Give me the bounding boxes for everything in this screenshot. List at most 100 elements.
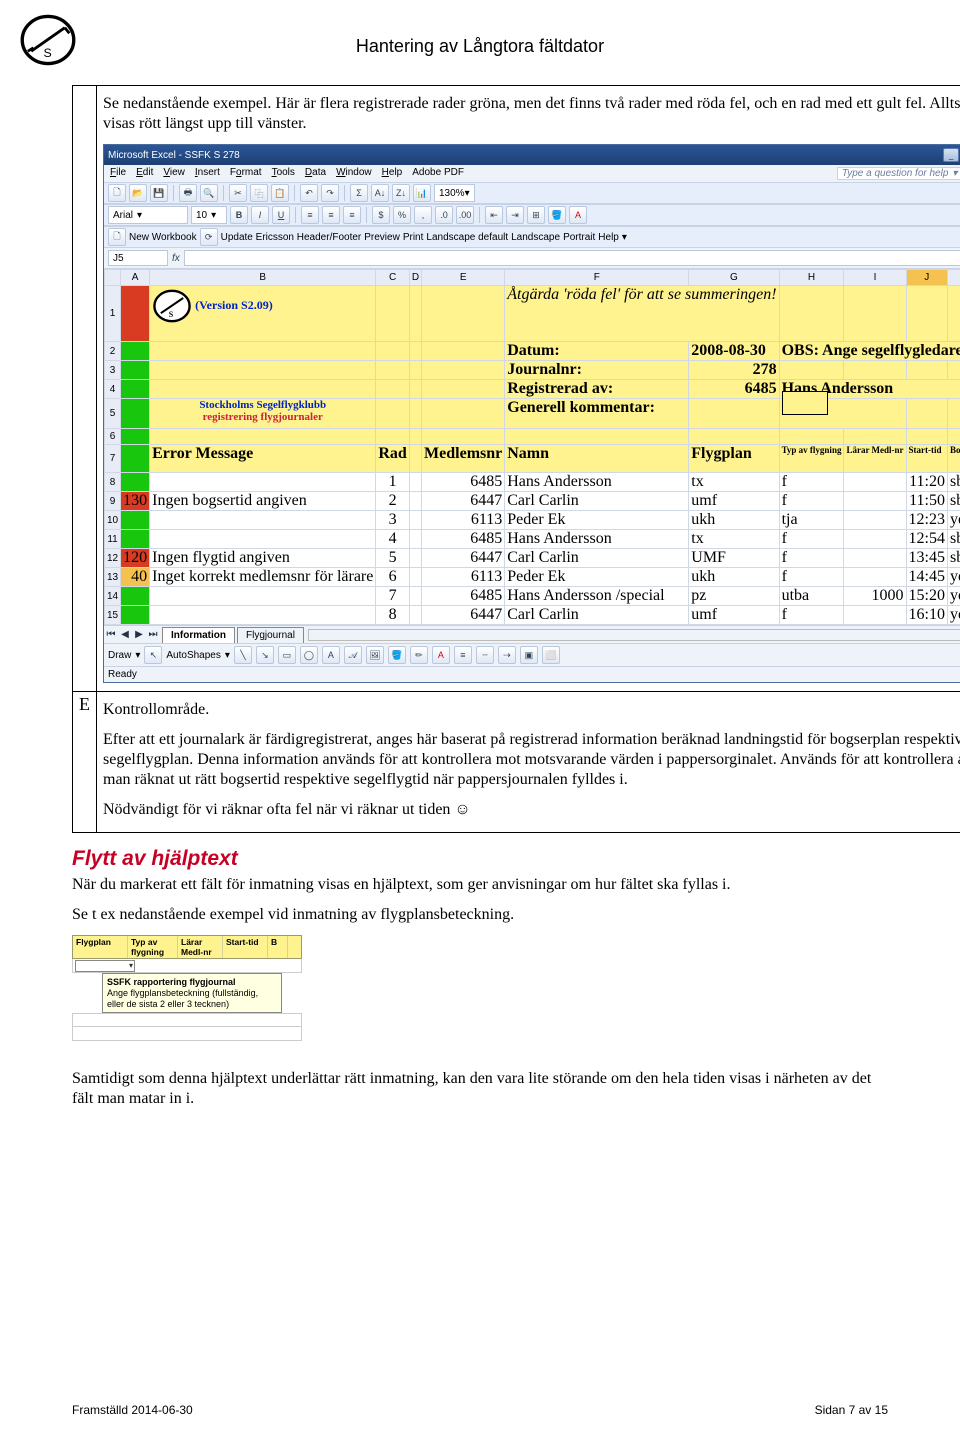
sum-icon[interactable]: Σ (350, 184, 368, 202)
preview-icon[interactable]: 🔍 (200, 184, 218, 202)
textbox-icon[interactable]: A (322, 646, 340, 664)
tab-prev[interactable]: ◀ (118, 629, 132, 640)
menu-insert[interactable]: Insert (195, 167, 220, 180)
help-search[interactable]: Type a question for help▾ (837, 167, 960, 180)
underline-icon[interactable]: U (272, 206, 290, 224)
update-icon[interactable]: ⟳ (200, 228, 218, 246)
align-left-icon[interactable]: ≡ (301, 206, 319, 224)
arrowstyle-icon[interactable]: ⇢ (498, 646, 516, 664)
hscrollbar[interactable] (308, 629, 960, 641)
flytt-p3: Samtidigt som denna hjälptext underlätta… (72, 1069, 888, 1109)
menu-tools[interactable]: Tools (272, 167, 295, 180)
flytt-p1: När du markerat ett fält för inmatning v… (72, 875, 888, 895)
font-size[interactable]: 10 ▾ (191, 206, 227, 224)
tb-newwb[interactable]: New Workbook (129, 232, 197, 243)
table-row: 1036113Peder Ekukhtja12:23ye (105, 511, 960, 530)
bold-icon[interactable]: B (230, 206, 248, 224)
menu-view[interactable]: View (163, 167, 185, 180)
tb-port[interactable]: Portrait (563, 232, 595, 243)
warning-text[interactable]: Åtgärda 'röda fel' för att se summeringe… (505, 286, 779, 342)
min-btn[interactable]: _ (943, 148, 959, 162)
mini-header: Flygplan Typ av flygning Lärar Medl-nr S… (72, 935, 302, 959)
shadow-icon[interactable]: ▣ (520, 646, 538, 664)
print-icon[interactable]: 🖶 (179, 184, 197, 202)
tb-print[interactable]: Print (403, 232, 424, 243)
wb-icon[interactable]: 🗋 (108, 228, 126, 246)
open-icon[interactable]: 📂 (129, 184, 147, 202)
name-box[interactable]: J5 (108, 250, 168, 266)
save-icon[interactable]: 💾 (150, 184, 168, 202)
menu-window[interactable]: Window (336, 167, 372, 180)
currency-icon[interactable]: $ (372, 206, 390, 224)
intro-para: Se nedanstående exempel. Här är flera re… (103, 94, 960, 134)
row-e-content: Kontrollområde. Efter att ett journalark… (97, 692, 960, 833)
font-color2-icon[interactable]: A (432, 646, 450, 664)
table-row: 1476485Hans Andersson /specialpzutba1000… (105, 587, 960, 606)
table-row: 1146485Hans Anderssontxf12:54sb (105, 530, 960, 549)
menu-help[interactable]: Help (382, 167, 403, 180)
pointer-icon[interactable]: ↖ (144, 646, 162, 664)
paste-icon[interactable]: 📋 (271, 184, 289, 202)
col-headers-row: A B C D E F G H I J K (105, 270, 960, 286)
zoom-select[interactable]: 130% ▾ (434, 184, 475, 202)
font-name[interactable]: Arial ▾ (108, 206, 188, 224)
italic-icon[interactable]: I (251, 206, 269, 224)
new-icon[interactable]: 🗋 (108, 184, 126, 202)
menu-data[interactable]: Data (305, 167, 326, 180)
tb-preview[interactable]: Preview (364, 232, 400, 243)
clipart-icon[interactable]: 🖼 (366, 646, 384, 664)
chart-icon[interactable]: 📊 (413, 184, 431, 202)
version-text: (Version S2.09) (195, 298, 273, 312)
percent-icon[interactable]: % (393, 206, 411, 224)
3d-icon[interactable]: ⬜ (542, 646, 560, 664)
tab-last[interactable]: ⏭ (146, 629, 160, 640)
excel-toolbar-3: 🗋 New Workbook ⟳ Update Ericsson Header/… (104, 226, 960, 248)
dash-icon[interactable]: ┄ (476, 646, 494, 664)
oval-icon[interactable]: ◯ (300, 646, 318, 664)
tab-information[interactable]: Information (162, 627, 235, 643)
dec-inc-icon[interactable]: .0 (435, 206, 453, 224)
tab-next[interactable]: ▶ (132, 629, 146, 640)
mini-tooltip: SSFK rapportering flygjournal Ange flygp… (102, 973, 282, 1013)
wordart-icon[interactable]: 𝒜 (344, 646, 362, 664)
indent-dec-icon[interactable]: ⇤ (485, 206, 503, 224)
fill2-icon[interactable]: 🪣 (388, 646, 406, 664)
tab-flygjournal[interactable]: Flygjournal (237, 627, 304, 643)
sort-desc-icon[interactable]: Z↓ (392, 184, 410, 202)
tb-land-def[interactable]: Landscape default (426, 232, 508, 243)
section-heading-flytt: Flytt av hjälptext (72, 847, 888, 871)
redo-icon[interactable]: ↷ (321, 184, 339, 202)
tab-first[interactable]: ⏮ (104, 629, 118, 640)
borders-icon[interactable]: ⊞ (527, 206, 545, 224)
sort-asc-icon[interactable]: A↓ (371, 184, 389, 202)
excel-toolbar-2: Arial ▾ 10 ▾ B I U ≡ ≡ ≡ $ % , .0 .00 ⇤ … (104, 204, 960, 226)
align-center-icon[interactable]: ≡ (322, 206, 340, 224)
excel-screenshot: Microsoft Excel - SSFK S 278 _ ▢ ✕ File … (103, 144, 960, 683)
menu-format[interactable]: Format (230, 167, 262, 180)
comma-icon[interactable]: , (414, 206, 432, 224)
tb-land[interactable]: Landscape (511, 232, 560, 243)
mini-dropdown[interactable] (75, 960, 135, 972)
tb-update[interactable]: Update Ericsson Header/Footer (221, 232, 362, 243)
cut-icon[interactable]: ✂ (229, 184, 247, 202)
copy-icon[interactable]: ⿻ (250, 184, 268, 202)
formula-input[interactable] (184, 250, 960, 266)
menu-adobe[interactable]: Adobe PDF (412, 167, 464, 180)
fill-icon[interactable]: 🪣 (548, 206, 566, 224)
dec-dec-icon[interactable]: .00 (456, 206, 474, 224)
arrow-tool-icon[interactable]: ↘ (256, 646, 274, 664)
align-right-icon[interactable]: ≡ (343, 206, 361, 224)
menu-edit[interactable]: Edit (136, 167, 153, 180)
linew-icon[interactable]: ≡ (454, 646, 472, 664)
font-color-icon[interactable]: A (569, 206, 587, 224)
indent-inc-icon[interactable]: ⇥ (506, 206, 524, 224)
autoshapes-menu[interactable]: AutoShapes (166, 650, 221, 661)
undo-icon[interactable]: ↶ (300, 184, 318, 202)
rect-icon[interactable]: ▭ (278, 646, 296, 664)
section-table: Se nedanstående exempel. Här är flera re… (72, 85, 960, 833)
tb-help[interactable]: Help (598, 232, 619, 243)
line-color-icon[interactable]: ✏ (410, 646, 428, 664)
line-icon[interactable]: ╲ (234, 646, 252, 664)
menu-file[interactable]: File (110, 167, 126, 180)
draw-menu[interactable]: Draw (108, 650, 131, 661)
